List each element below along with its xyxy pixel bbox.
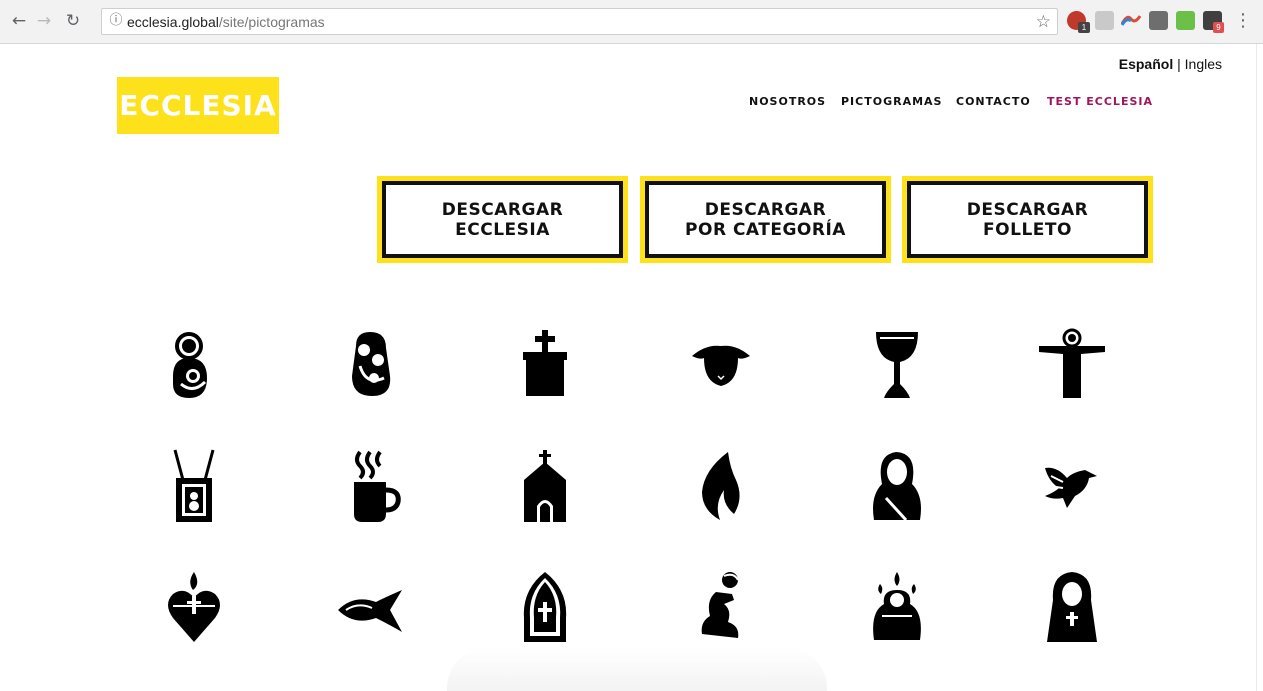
ichthys-fish-icon[interactable] — [336, 570, 406, 648]
flame-icon[interactable] — [686, 448, 756, 526]
nav-item-contacto[interactable]: CONTACTO — [956, 95, 1031, 108]
download-button-frame: DESCARGAR ECCLESIA — [382, 181, 623, 258]
nav-item-test-ecclesia[interactable]: TEST ECCLESIA — [1047, 95, 1153, 108]
download-button-label: DESCARGAR FOLLETO — [966, 199, 1089, 240]
info-icon[interactable]: ⓘ — [108, 13, 124, 29]
extension-badge: 9 — [1213, 22, 1224, 33]
download-by-category-button[interactable]: DESCARGAR POR CATEGORÍA — [640, 176, 891, 263]
download-button-label: DESCARGAR POR CATEGORÍA — [685, 199, 846, 240]
download-button-frame: DESCARGAR POR CATEGORÍA — [645, 181, 886, 258]
logo-text: ECCLESIA — [119, 89, 277, 122]
chapel-icon[interactable] — [510, 448, 580, 526]
kneeling-person-icon[interactable] — [686, 570, 756, 648]
arrow-left-icon[interactable]: ← — [8, 10, 30, 32]
christ-redeemer-icon[interactable] — [1037, 326, 1107, 404]
url-text[interactable]: ecclesia.global/site/pictogramas — [127, 14, 325, 30]
language-switch: Español | Ingles — [1119, 56, 1222, 72]
veiled-woman-icon[interactable] — [862, 448, 932, 526]
pentecost-icon[interactable] — [862, 570, 932, 648]
mitre-icon[interactable] — [510, 570, 580, 648]
nav-item-nosotros[interactable]: NOSOTROS — [749, 95, 826, 108]
language-separator: | — [1173, 56, 1185, 72]
scapular-icon[interactable] — [159, 448, 229, 526]
language-current[interactable]: Español — [1119, 56, 1173, 72]
site-logo[interactable]: ECCLESIA — [117, 77, 279, 134]
reload-icon[interactable]: ↻ — [62, 10, 84, 32]
hot-drink-icon[interactable] — [336, 448, 406, 526]
scroll-fade — [447, 648, 827, 691]
star-icon[interactable]: ☆ — [1036, 12, 1051, 32]
arrow-right-icon[interactable]: → — [33, 10, 55, 32]
dove-icon[interactable] — [1037, 448, 1107, 526]
download-brochure-button[interactable]: DESCARGAR FOLLETO — [902, 176, 1153, 263]
extension-icon[interactable] — [1149, 11, 1168, 30]
lamb-icon[interactable] — [686, 326, 756, 404]
extension-badge: 1 — [1078, 22, 1090, 33]
download-button-frame: DESCARGAR FOLLETO — [907, 181, 1148, 258]
divider — [1256, 44, 1257, 691]
menu-icon[interactable]: ⋮ — [1234, 10, 1252, 32]
nun-icon[interactable] — [1037, 570, 1107, 648]
download-ecclesia-button[interactable]: DESCARGAR ECCLESIA — [377, 176, 628, 263]
extension-icon[interactable] — [1176, 11, 1195, 30]
language-other[interactable]: Ingles — [1185, 56, 1222, 72]
nav-item-pictogramas[interactable]: PICTOGRAMAS — [841, 95, 942, 108]
extension-icon[interactable] — [1095, 11, 1114, 30]
download-button-label: DESCARGAR ECCLESIA — [441, 199, 564, 240]
url-path: /site/pictogramas — [218, 14, 325, 30]
browser-toolbar: ← → ↻ ⓘ ecclesia.global/site/pictogramas… — [0, 0, 1263, 44]
mary-and-child-icon[interactable] — [159, 326, 229, 404]
extension-icon[interactable] — [1121, 12, 1141, 28]
url-host: ecclesia.global — [127, 14, 219, 30]
address-bar[interactable]: ⓘ ecclesia.global/site/pictogramas ☆ — [101, 8, 1058, 35]
sacred-heart-icon[interactable] — [159, 570, 229, 648]
chalice-icon[interactable] — [862, 326, 932, 404]
holy-family-icon[interactable] — [336, 326, 406, 404]
grave-cross-icon[interactable] — [510, 326, 580, 404]
